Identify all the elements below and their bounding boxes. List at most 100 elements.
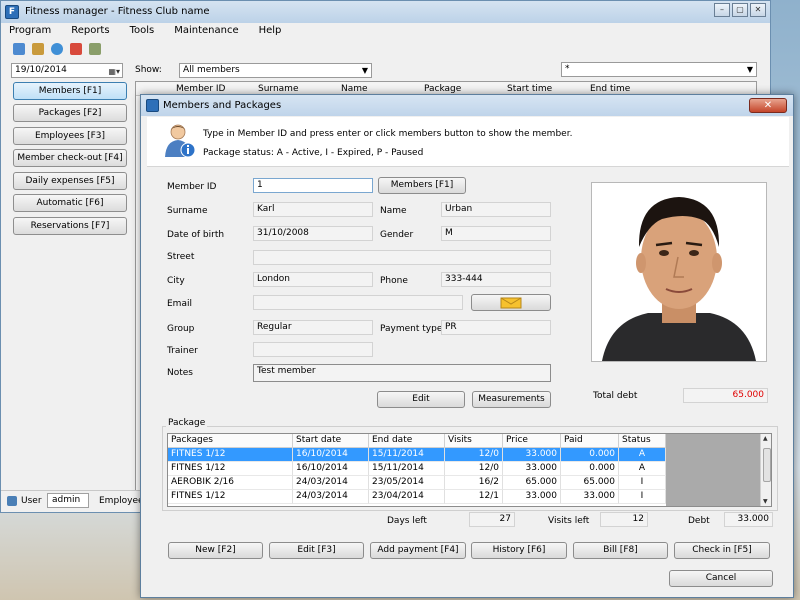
report-icon[interactable] (89, 43, 101, 55)
info-status-legend: Package status: A - Active, I - Expired,… (203, 148, 424, 158)
cell-price: 33.000 (503, 462, 561, 476)
group-label: Group (167, 324, 195, 334)
calendar-icon[interactable] (70, 43, 82, 55)
col-paid[interactable]: Paid (561, 434, 619, 448)
automatic-button[interactable]: Automatic [F6] (13, 194, 127, 212)
new-package-button[interactable]: New [F2] (168, 542, 263, 559)
member-checkout-button[interactable]: Member check-out [F4] (13, 149, 127, 167)
gender-field: M (441, 226, 551, 241)
cell-paid: 0.000 (561, 462, 619, 476)
bill-button[interactable]: Bill [F8] (573, 542, 668, 559)
group-field: Regular (253, 320, 373, 335)
col-price[interactable]: Price (503, 434, 561, 448)
members-button[interactable]: Members [F1] (13, 82, 127, 100)
chevron-down-icon: ▼ (361, 66, 368, 75)
minimize-icon[interactable]: – (714, 3, 730, 17)
total-debt-value: 65.000 (683, 388, 768, 403)
col-surname[interactable]: Surname (258, 84, 298, 94)
packages-table[interactable]: Packages Start date End date Visits Pric… (167, 433, 772, 507)
show-label: Show: (135, 65, 162, 75)
employees-button[interactable]: Employees [F3] (13, 127, 127, 145)
status-employee-label: Employee (99, 496, 144, 506)
show-filter-value: All members (183, 65, 240, 75)
member-id-input[interactable]: 1 (253, 178, 373, 193)
calendar-dropdown-icon[interactable]: ▦▾ (108, 65, 120, 78)
col-packages[interactable]: Packages (168, 434, 293, 448)
member-id-label: Member ID (167, 182, 217, 192)
col-name[interactable]: Name (341, 84, 368, 94)
cell-start-date: 16/10/2014 (293, 462, 369, 476)
scroll-down-icon[interactable]: ▼ (763, 498, 768, 505)
menu-program[interactable]: Program (9, 25, 51, 41)
scroll-thumb[interactable] (763, 448, 771, 482)
debt-value: 33.000 (724, 512, 773, 527)
maximize-icon[interactable]: ▢ (732, 3, 748, 17)
cell-paid: 65.000 (561, 476, 619, 490)
menu-maintenance[interactable]: Maintenance (174, 25, 238, 41)
close-icon[interactable]: ✕ (750, 3, 766, 17)
payment-type-field: PR (441, 320, 551, 335)
cell-package: FITNES 1/12 (168, 462, 293, 476)
packages-scrollbar[interactable]: ▲ ▼ (760, 434, 771, 506)
scroll-up-icon[interactable]: ▲ (763, 435, 768, 442)
name-label: Name (380, 206, 407, 216)
reservations-button[interactable]: Reservations [F7] (13, 217, 127, 235)
col-package[interactable]: Package (424, 84, 461, 94)
cell-price: 65.000 (503, 476, 561, 490)
packages-button[interactable]: Packages [F2] (13, 104, 127, 122)
name-field: Urban (441, 202, 551, 217)
status-user-label: User (21, 496, 42, 506)
right-filter-value: * (565, 64, 570, 74)
cell-visits: 12/0 (445, 448, 503, 462)
city-label: City (167, 276, 185, 286)
cell-paid: 33.000 (561, 490, 619, 504)
col-visits[interactable]: Visits (445, 434, 503, 448)
show-filter-select[interactable]: All members ▼ (179, 63, 372, 78)
clock-icon[interactable] (51, 43, 63, 55)
member-photo (591, 182, 767, 362)
right-filter-select[interactable]: * ▼ (561, 62, 757, 77)
app-logo-icon: F (5, 5, 19, 19)
edit-package-button[interactable]: Edit [F3] (269, 542, 364, 559)
history-button[interactable]: History [F6] (471, 542, 567, 559)
cell-end-date: 15/11/2014 (369, 448, 445, 462)
visits-left-value: 12 (600, 512, 648, 527)
daily-expenses-button[interactable]: Daily expenses [F5] (13, 172, 127, 190)
col-status[interactable]: Status (619, 434, 666, 448)
notes-field[interactable]: Test member (253, 364, 551, 382)
dialog-close-button[interactable]: ✕ (749, 98, 787, 113)
menu-help[interactable]: Help (259, 25, 282, 41)
members-lookup-button[interactable]: Members [F1] (378, 177, 466, 194)
cell-package: AEROBIK 2/16 (168, 476, 293, 490)
status-user-value: admin (47, 493, 89, 508)
col-end-time[interactable]: End time (590, 84, 630, 94)
cell-visits: 16/2 (445, 476, 503, 490)
cancel-button[interactable]: Cancel (669, 570, 773, 587)
dob-label: Date of birth (167, 230, 225, 240)
check-in-button[interactable]: Check in [F5] (674, 542, 770, 559)
col-member-id[interactable]: Member ID (176, 84, 225, 94)
surname-field: Karl (253, 202, 373, 217)
user-icon[interactable] (13, 43, 25, 55)
member-portrait (592, 183, 766, 361)
col-start-date[interactable]: Start date (293, 434, 369, 448)
email-field (253, 295, 463, 310)
col-start-time[interactable]: Start time (507, 84, 552, 94)
city-field: London (253, 272, 373, 287)
cell-status: I (619, 476, 666, 490)
members-packages-dialog: Members and Packages ✕ Type in Member ID… (140, 94, 794, 598)
edit-member-button[interactable]: Edit (377, 391, 465, 408)
cell-visits: 12/1 (445, 490, 503, 504)
measurements-button[interactable]: Measurements (472, 391, 551, 408)
col-end-date[interactable]: End date (369, 434, 445, 448)
cell-package: FITNES 1/12 (168, 490, 293, 504)
main-titlebar: F Fitness manager - Fitness Club name – … (1, 1, 770, 23)
notebook-icon[interactable] (32, 43, 44, 55)
cell-end-date: 23/05/2014 (369, 476, 445, 490)
menu-reports[interactable]: Reports (71, 25, 109, 41)
add-payment-button[interactable]: Add payment [F4] (370, 542, 466, 559)
date-picker[interactable]: 19/10/2014 ▦▾ (11, 63, 123, 78)
send-email-button[interactable] (471, 294, 551, 311)
main-window-title: Fitness manager - Fitness Club name (25, 6, 210, 17)
menu-tools[interactable]: Tools (130, 25, 155, 41)
